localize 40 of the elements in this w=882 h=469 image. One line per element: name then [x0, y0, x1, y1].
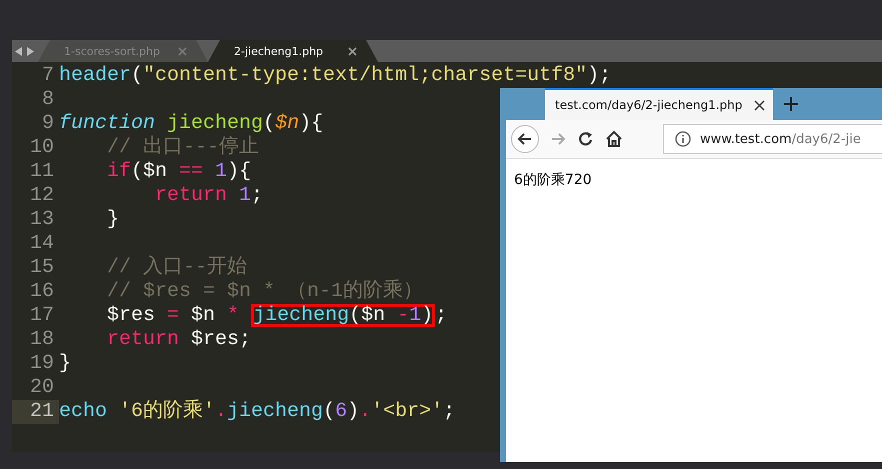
scroll-right-icon[interactable] — [26, 46, 34, 56]
line-number: 8 — [40, 88, 55, 112]
line-number: 12 — [28, 184, 55, 208]
new-tab-icon[interactable] — [783, 96, 800, 112]
close-icon[interactable] — [347, 46, 358, 56]
code-line: $res = $n * jiecheng($n -1); — [107, 304, 448, 328]
code-line: if($n == 1){ — [107, 160, 252, 184]
info-icon[interactable] — [674, 130, 692, 148]
address-field[interactable]: www.test.com/day6/2-jie — [663, 124, 882, 154]
line-number: 10 — [28, 136, 55, 160]
code-line: return 1; — [155, 184, 264, 208]
line-number: 18 — [28, 328, 55, 352]
browser-tab[interactable]: test.com/day6/2-jiecheng1.php — [545, 88, 774, 120]
line-number: 19 — [28, 352, 55, 376]
editor-tab[interactable]: 2-jiecheng1.php — [208, 40, 378, 62]
home-icon[interactable] — [605, 130, 623, 148]
code-line: function jiecheng($n){ — [59, 112, 324, 136]
line-number: 17 — [28, 304, 55, 328]
back-button[interactable] — [511, 125, 539, 153]
reload-icon[interactable] — [577, 130, 595, 148]
scroll-left-icon[interactable] — [15, 46, 23, 56]
code-line: // $res = $n * （n-1的阶乘） — [107, 280, 424, 304]
line-number: 20 — [28, 376, 55, 400]
code-line: // 入口--开始 — [107, 256, 248, 280]
code-line: } — [107, 208, 120, 232]
page-text: 6的阶乘720 — [514, 172, 592, 188]
line-number: 9 — [40, 112, 55, 136]
code-line: header("content-type:text/html;charset=utf8"); — [59, 64, 612, 88]
code-line: } — [59, 352, 72, 376]
close-icon[interactable] — [754, 100, 766, 110]
line-number: 11 — [28, 160, 55, 184]
line-number: 14 — [28, 232, 55, 256]
code-line: // 出口---停止 — [107, 136, 260, 160]
code-line: echo '6的阶乘'.jiecheng(6).'<br>'; — [59, 400, 456, 424]
line-number: 21 — [12, 400, 59, 424]
line-number: 16 — [28, 280, 55, 304]
code-line: return $res; — [107, 328, 252, 352]
line-number: 15 — [28, 256, 55, 280]
line-number: 7 — [40, 64, 55, 88]
line-number: 13 — [28, 208, 55, 232]
